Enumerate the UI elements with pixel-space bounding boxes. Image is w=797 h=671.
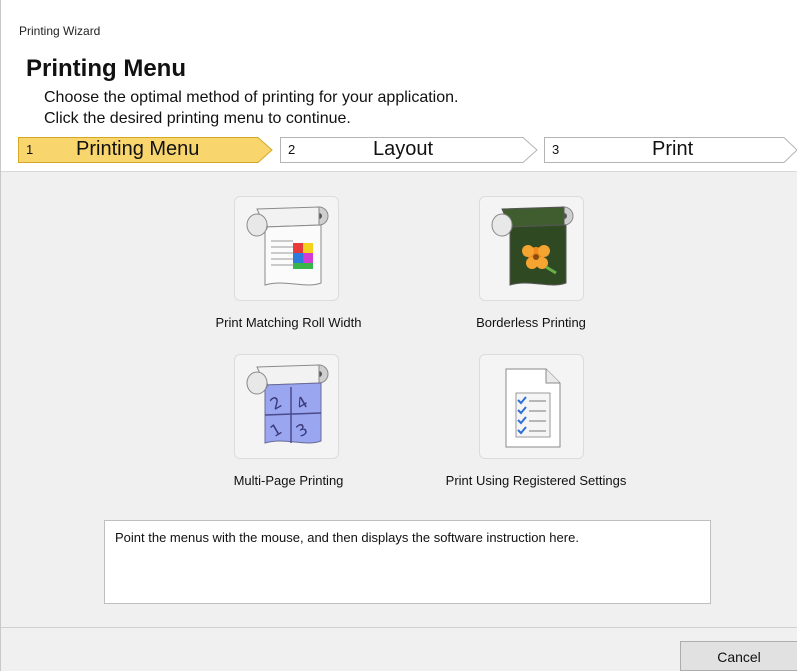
menu-label: Print Using Registered Settings (445, 473, 627, 488)
step-label: Print (652, 138, 694, 160)
menu-label: Multi-Page Printing (233, 473, 344, 488)
step-number: 2 (288, 142, 296, 157)
roll-paper-borderless-icon (479, 196, 584, 301)
menu-label: Print Matching Roll Width (215, 315, 362, 330)
description-line-2: Click the desired printing menu to conti… (44, 110, 351, 127)
step-label: Layout (373, 138, 434, 160)
instruction-box: Point the menus with the mouse, and then… (104, 520, 711, 604)
cancel-button[interactable]: Cancel (680, 641, 797, 671)
menu-borderless-printing[interactable]: Borderless Printing (441, 196, 621, 336)
step-layout: 2 Layout (280, 137, 538, 163)
printing-wizard-window: Printing Wizard Printing Menu Choose the… (0, 0, 797, 671)
footer-divider (1, 627, 797, 628)
checklist-document-icon (479, 354, 584, 459)
step-label: Printing Menu (76, 138, 200, 160)
menu-print-matching-roll-width[interactable]: Print Matching Roll Width (181, 196, 396, 336)
window-title: Printing Wizard (19, 24, 101, 38)
step-printing-menu: 1 Printing Menu (18, 137, 273, 163)
menu-print-using-registered-settings[interactable]: Print Using Registered Settings (411, 354, 661, 494)
menu-label: Borderless Printing (476, 315, 586, 330)
wizard-header: Printing Wizard Printing Menu Choose the… (1, 0, 797, 172)
page-title: Printing Menu (26, 55, 186, 82)
menu-multi-page-printing[interactable]: 2 4 1 3 Multi-Page Printing (201, 354, 376, 494)
step-number: 3 (552, 142, 560, 157)
roll-paper-color-icon (234, 196, 339, 301)
step-number: 1 (26, 142, 34, 157)
step-print: 3 Print (544, 137, 797, 163)
roll-paper-multipage-icon: 2 4 1 3 (234, 354, 339, 459)
description-line-1: Choose the optimal method of printing fo… (44, 89, 459, 106)
